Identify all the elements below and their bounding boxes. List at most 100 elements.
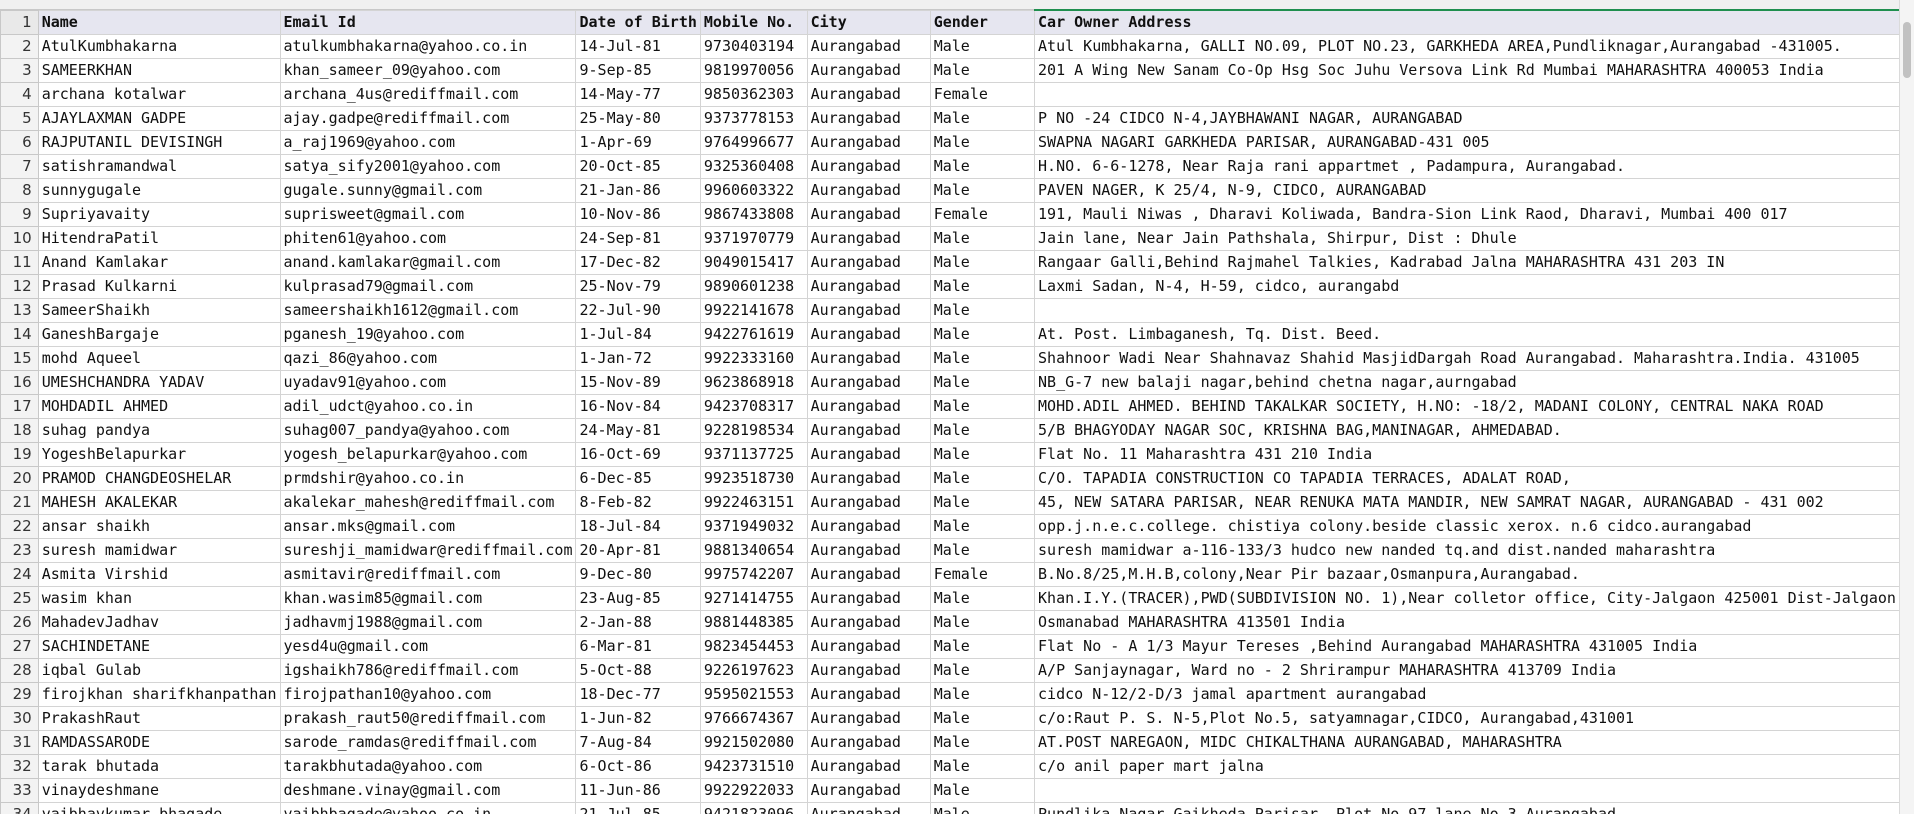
row-number[interactable]: 9 (0, 202, 39, 227)
cell-email[interactable]: anand.kamlakar@gmail.com (279, 250, 577, 275)
cell-name[interactable]: GaneshBargaje (37, 322, 281, 347)
cell-mobile[interactable]: 9271414755 (699, 586, 808, 611)
cell-email[interactable]: ajay.gadpe@rediffmail.com (279, 106, 577, 131)
cell-gender[interactable]: Male (929, 634, 1036, 659)
cell-name[interactable]: MahadevJadhav (37, 610, 281, 635)
cell-mobile[interactable]: 9049015417 (699, 250, 808, 275)
header-cell-email[interactable]: Email Id (279, 9, 577, 35)
cell-address[interactable]: cidco N-12/2-D/3 jamal apartment auranga… (1034, 682, 1900, 707)
cell-dob[interactable]: 21-Jul-85 (575, 802, 701, 814)
cell-city[interactable]: Aurangabad (806, 610, 931, 635)
cell-gender[interactable]: Female (929, 562, 1036, 587)
cell-name[interactable]: Prasad Kulkarni (37, 274, 281, 299)
cell-mobile[interactable]: 9623868918 (699, 370, 808, 395)
vertical-scrollbar[interactable] (1899, 0, 1914, 814)
cell-address[interactable]: PAVEN NAGER, K 25/4, N-9, CIDCO, AURANGA… (1034, 178, 1900, 203)
cell-dob[interactable]: 16-Nov-84 (575, 394, 701, 419)
cell-address[interactable] (1034, 82, 1900, 107)
row-number[interactable]: 11 (0, 250, 39, 275)
cell-city[interactable]: Aurangabad (806, 658, 931, 683)
cell-email[interactable]: jadhavmj1988@gmail.com (279, 610, 577, 635)
cell-gender[interactable]: Male (929, 466, 1036, 491)
cell-gender[interactable]: Male (929, 34, 1036, 59)
cell-name[interactable]: SameerShaikh (37, 298, 281, 323)
cell-name[interactable]: PrakashRaut (37, 706, 281, 731)
cell-mobile[interactable]: 9325360408 (699, 154, 808, 179)
row-number[interactable]: 16 (0, 370, 39, 395)
cell-address[interactable]: B.No.8/25,M.H.B,colony,Near Pir bazaar,O… (1034, 562, 1900, 587)
cell-name[interactable]: RAJPUTANIL DEVISINGH (37, 130, 281, 155)
cell-name[interactable]: AtulKumbhakarna (37, 34, 281, 59)
cell-mobile[interactable]: 9881340654 (699, 538, 808, 563)
cell-address[interactable]: c/o:Raut P. S. N-5,Plot No.5, satyamnaga… (1034, 706, 1900, 731)
cell-name[interactable]: suhag pandya (37, 418, 281, 443)
cell-city[interactable]: Aurangabad (806, 418, 931, 443)
cell-dob[interactable]: 14-Jul-81 (575, 34, 701, 59)
cell-dob[interactable]: 1-Jan-72 (575, 346, 701, 371)
cell-city[interactable]: Aurangabad (806, 706, 931, 731)
cell-address[interactable]: H.NO. 6-6-1278, Near Raja rani appartmet… (1034, 154, 1900, 179)
cell-email[interactable]: adil_udct@yahoo.co.in (279, 394, 577, 419)
row-number[interactable]: 7 (0, 154, 39, 179)
cell-email[interactable]: prakash_raut50@rediffmail.com (279, 706, 577, 731)
cell-city[interactable]: Aurangabad (806, 370, 931, 395)
row-number[interactable]: 3 (0, 58, 39, 83)
cell-email[interactable]: yesd4u@gmail.com (279, 634, 577, 659)
cell-dob[interactable]: 1-Jul-84 (575, 322, 701, 347)
cell-mobile[interactable]: 9595021553 (699, 682, 808, 707)
cell-gender[interactable]: Male (929, 586, 1036, 611)
cell-name[interactable]: suresh mamidwar (37, 538, 281, 563)
cell-city[interactable]: Aurangabad (806, 298, 931, 323)
cell-gender[interactable]: Male (929, 346, 1036, 371)
cell-name[interactable]: RAMDASSARODE (37, 730, 281, 755)
cell-city[interactable]: Aurangabad (806, 490, 931, 515)
row-number[interactable]: 20 (0, 466, 39, 491)
cell-dob[interactable]: 9-Sep-85 (575, 58, 701, 83)
cell-address[interactable]: Flat No. 11 Maharashtra 431 210 India (1034, 442, 1900, 467)
header-cell-name[interactable]: Name (37, 9, 281, 35)
cell-city[interactable]: Aurangabad (806, 178, 931, 203)
cell-dob[interactable]: 5-Oct-88 (575, 658, 701, 683)
cell-name[interactable]: satishramandwal (37, 154, 281, 179)
cell-gender[interactable]: Male (929, 298, 1036, 323)
cell-email[interactable]: qazi_86@yahoo.com (279, 346, 577, 371)
row-number[interactable]: 17 (0, 394, 39, 419)
cell-dob[interactable]: 9-Dec-80 (575, 562, 701, 587)
row-number[interactable]: 23 (0, 538, 39, 563)
cell-city[interactable]: Aurangabad (806, 778, 931, 803)
cell-mobile[interactable]: 9975742207 (699, 562, 808, 587)
cell-gender[interactable]: Male (929, 610, 1036, 635)
cell-mobile[interactable]: 9422761619 (699, 322, 808, 347)
cell-dob[interactable]: 18-Jul-84 (575, 514, 701, 539)
cell-name[interactable]: vaibhavkumar bhagade (37, 802, 281, 814)
cell-gender[interactable]: Male (929, 154, 1036, 179)
cell-email[interactable]: sureshji_mamidwar@rediffmail.com (279, 538, 577, 563)
cell-name[interactable]: Anand Kamlakar (37, 250, 281, 275)
row-number[interactable]: 2 (0, 34, 39, 59)
cell-email[interactable]: igshaikh786@rediffmail.com (279, 658, 577, 683)
cell-city[interactable]: Aurangabad (806, 202, 931, 227)
cell-city[interactable]: Aurangabad (806, 442, 931, 467)
cell-city[interactable]: Aurangabad (806, 130, 931, 155)
cell-address[interactable]: Khan.I.Y.(TRACER),PWD(SUBDIVISION NO. 1)… (1034, 586, 1900, 611)
cell-name[interactable]: tarak bhutada (37, 754, 281, 779)
row-number[interactable]: 25 (0, 586, 39, 611)
cell-dob[interactable]: 1-Jun-82 (575, 706, 701, 731)
cell-city[interactable]: Aurangabad (806, 562, 931, 587)
cell-email[interactable]: suprisweet@gmail.com (279, 202, 577, 227)
cell-address[interactable]: C/O. TAPADIA CONSTRUCTION CO TAPADIA TER… (1034, 466, 1900, 491)
cell-dob[interactable]: 24-Sep-81 (575, 226, 701, 251)
cell-dob[interactable]: 17-Dec-82 (575, 250, 701, 275)
cell-name[interactable]: HitendraPatil (37, 226, 281, 251)
row-number[interactable]: 14 (0, 322, 39, 347)
cell-mobile[interactable]: 9850362303 (699, 82, 808, 107)
cell-city[interactable]: Aurangabad (806, 82, 931, 107)
cell-mobile[interactable]: 9371970779 (699, 226, 808, 251)
cell-gender[interactable]: Male (929, 490, 1036, 515)
cell-gender[interactable]: Male (929, 250, 1036, 275)
cell-city[interactable]: Aurangabad (806, 106, 931, 131)
cell-gender[interactable]: Male (929, 370, 1036, 395)
cell-email[interactable]: akalekar_mahesh@rediffmail.com (279, 490, 577, 515)
cell-name[interactable]: vinaydeshmane (37, 778, 281, 803)
cell-mobile[interactable]: 9371949032 (699, 514, 808, 539)
